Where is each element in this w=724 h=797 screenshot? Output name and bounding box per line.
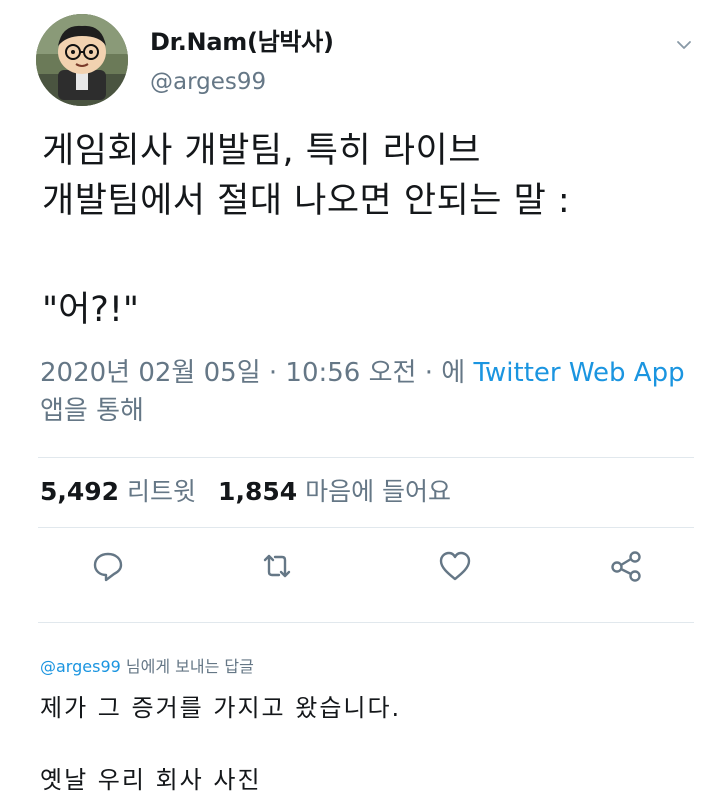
tweet-text: 게임회사 개발팀, 특히 라이브 개발팀에서 절대 나오면 안되는 말 : (42, 126, 702, 226)
tweet-stats: 5,492 리트윗 1,854 마음에 들어요 (40, 474, 451, 510)
likes-label: 마음에 들어요 (305, 477, 452, 506)
likes-count: 1,854 (218, 477, 298, 506)
avatar-image (36, 14, 128, 106)
heart-icon (439, 551, 471, 581)
reply-to-label: 님에게 보내는 답글 (120, 657, 254, 676)
tweet-header: Dr.Nam(남박사) @arges99 (36, 14, 704, 108)
retweet-icon (263, 554, 291, 578)
like-button[interactable] (437, 548, 473, 584)
author-names: Dr.Nam(남박사) @arges99 (150, 22, 334, 95)
tweet-meta: 2020년 02월 05일 · 10:56 오전 · 에 Twitter Web… (40, 354, 700, 430)
divider (38, 457, 694, 458)
retweets-label: 리트윗 (127, 477, 197, 506)
tweet-text-line: 개발팀에서 절대 나오면 안되는 말 : (42, 181, 571, 221)
divider (38, 622, 694, 623)
reply-to-handle[interactable]: @arges99 (40, 657, 121, 676)
chevron-down-icon[interactable] (676, 36, 692, 49)
reply-text-line: 옛날 우리 회사 사진 (40, 766, 262, 794)
retweets-count: 5,492 (40, 477, 120, 506)
reply-button[interactable] (90, 548, 126, 584)
share-button[interactable] (608, 548, 644, 584)
tweet-quote: "어?!" (42, 290, 140, 330)
likes-stat[interactable]: 1,854 마음에 들어요 (218, 477, 451, 506)
author-handle[interactable]: @arges99 (150, 69, 334, 95)
author-display-name[interactable]: Dr.Nam(남박사) (150, 22, 334, 57)
avatar[interactable] (36, 14, 128, 106)
tweet-source-link[interactable]: Twitter Web App (473, 358, 684, 388)
reply-context: @arges99 님에게 보내는 답글 (40, 653, 254, 677)
divider (38, 527, 694, 528)
retweet-button[interactable] (259, 548, 295, 584)
share-icon (611, 551, 641, 582)
tweet-text-line: 게임회사 개발팀, 특히 라이브 (42, 131, 481, 171)
retweets-stat[interactable]: 5,492 리트윗 (40, 477, 196, 506)
reply-icon (93, 552, 123, 582)
tweet-date[interactable]: 2020년 02월 05일 · 10:56 오전 · 에 (40, 358, 473, 388)
tweet-source-suffix: 앱을 통해 (40, 396, 144, 426)
reply-text-line: 제가 그 증거를 가지고 왔습니다. (40, 694, 402, 722)
